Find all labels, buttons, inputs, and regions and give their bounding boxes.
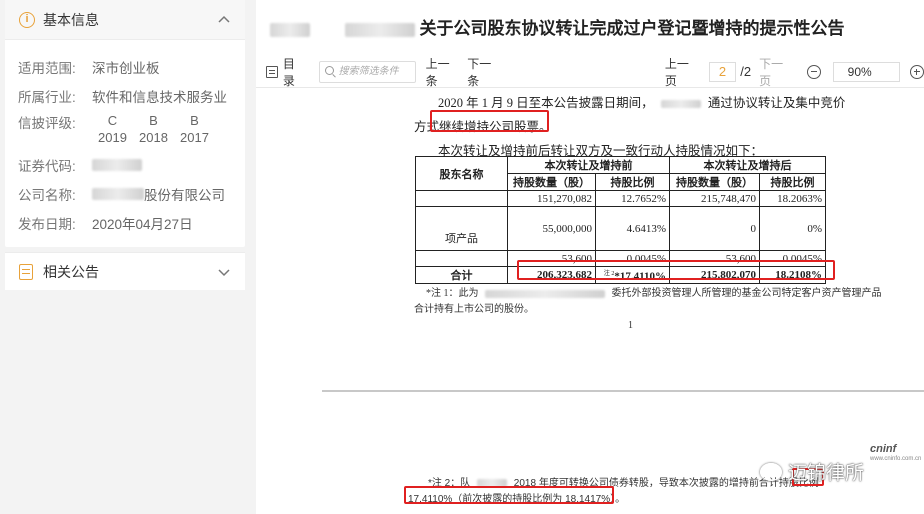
viewer-toolbar: 目录 上一条 下一条 上一页 2 /2 下一页 90% [256,56,924,88]
highlight-box [517,260,835,280]
prev-page-button[interactable]: 上一页 [665,55,701,89]
document-icon [19,263,33,280]
search-icon [324,66,334,77]
basic-info-title: 基本信息 [43,11,99,28]
table-row: 151,270,082 12.7652% 215,748,470 18.2063% [415,190,826,207]
basic-info-card: i 基本信息 适用范围: 深市创业板 所属行业: 软件和信息技术服务业 信披评级… [5,0,245,247]
zoom-out-icon[interactable] [806,64,821,79]
next-page-button[interactable]: 下一页 [759,55,795,89]
list-icon [266,65,278,78]
prev-hit-button[interactable]: 上一条 [426,55,462,89]
zoom-in-icon[interactable] [910,64,924,79]
chevron-up-icon[interactable] [217,13,231,27]
table-row: 项产品 55,000,000 4.6413% 0 0% [415,206,826,251]
cninfo-logo: cninf [870,443,897,455]
info-row-rating: 信披评级: C 2019 B 2018 B 2017 [5,110,245,150]
info-row-company: 公司名称: 股份有限公司 [18,187,225,203]
redacted-name [485,289,605,298]
rating-item: B 2017 [180,113,209,145]
page-number-input[interactable]: 2 [708,61,737,82]
search-input[interactable] [336,65,415,78]
info-row-date: 发布日期: 2020年04月27日 [18,216,193,232]
info-row-scope: 适用范围: 深市创业板 [18,60,160,76]
toc-button[interactable]: 目录 [266,55,307,89]
document-viewer: 关于公司股东协议转让完成过户登记暨增持的提示性公告 目录 上一条 下一条 上一页… [256,0,924,514]
info-icon: i [19,11,35,28]
redacted-name [660,100,701,109]
info-sidebar: i 基本信息 适用范围: 深市创业板 所属行业: 软件和信息技术服务业 信披评级… [0,0,248,514]
redacted-name [344,22,415,37]
rating-item: C 2019 [98,113,127,145]
para-line: 2020 年 1 月 9 日至本公告披露日期间， 通过协议转让及集中竞价 [438,96,846,110]
rating-list: C 2019 B 2018 B 2017 [92,112,215,146]
page-divider [322,390,924,392]
highlight-box [404,486,614,504]
wechat-icon [760,462,782,481]
highlight-box [430,110,549,132]
footnote: *注 1：此为 委托外部投资管理人所管理的基金公司特定客户资产管理产品 [426,288,882,299]
next-hit-button[interactable]: 下一条 [467,55,503,89]
basic-info-header[interactable]: i 基本信息 [5,0,245,40]
redacted-name [270,22,310,37]
info-row-industry: 所属行业: 软件和信息技术服务业 [18,89,227,105]
cninfo-url: www.cninfo.com.cn [870,456,922,462]
page-total: /2 [740,64,752,79]
related-announcements-header[interactable]: 相关公告 [5,252,245,290]
chevron-down-icon[interactable] [217,265,231,279]
watermark: 迈锦律所 [760,458,864,485]
redacted-code [92,158,142,171]
document-page: 2020 年 1 月 9 日至本公告披露日期间， 通过协议转让及集中竞价 方式继… [322,88,921,514]
rating-item: B 2018 [139,113,168,145]
zoom-level-input[interactable]: 90% [832,61,901,82]
info-row-code: 证券代码: [5,150,245,179]
related-title: 相关公告 [43,263,99,280]
page-number: 1 [628,320,633,331]
table-header-row: 股东名称 本次转让及增持前 本次转让及增持后 [415,156,826,191]
document-title: 关于公司股东协议转让完成过户登记暨增持的提示性公告 [270,14,844,39]
footnote: 合计持有上市公司的股份。 [414,304,534,315]
redacted-company [92,187,144,200]
search-box[interactable] [318,60,416,83]
